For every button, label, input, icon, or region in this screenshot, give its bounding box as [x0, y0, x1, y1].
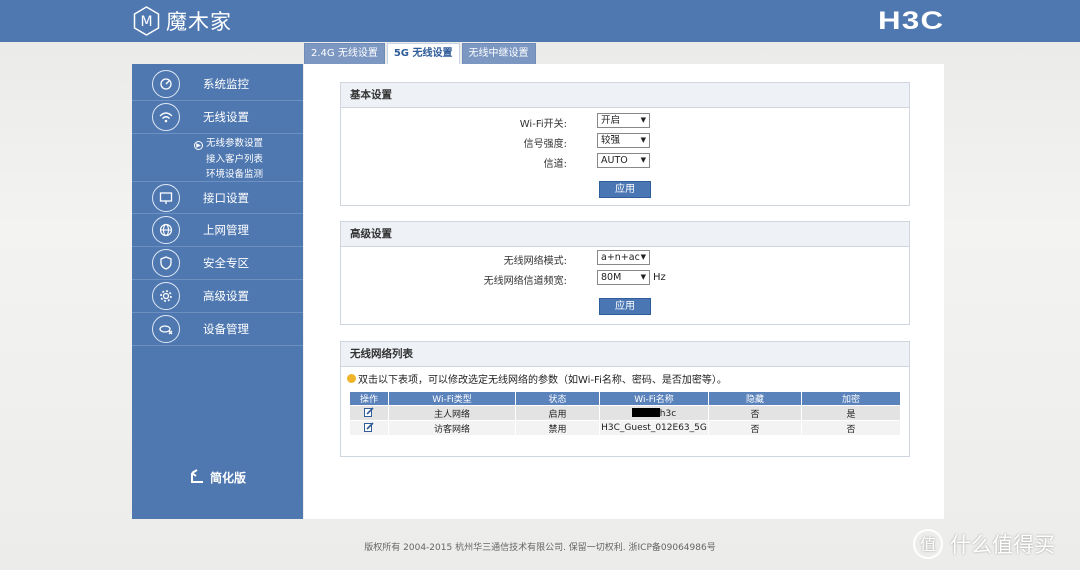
channel-label: 信道: — [543, 159, 567, 170]
app-logo-text: 魔木家 — [166, 10, 232, 34]
advanced-settings-panel: 高级设置 无线网络模式: a+n+ac ▼ 无线网络信道频宽: 80M ▼ Hz 应… — [340, 221, 910, 325]
main-content: 基本设置 Wi-Fi开关: 开启 ▼ 信号强度: 较强 ▼ 信道: AUTO ▼ 应用… — [304, 64, 944, 519]
device-icon — [152, 315, 180, 343]
channel-select[interactable]: AUTO ▼ — [597, 153, 650, 168]
table-row[interactable]: 主人网络 启用 h3c 否 是 — [349, 405, 901, 421]
dropdown-arrow-icon: ▼ — [640, 253, 646, 261]
tab-5g-wireless[interactable]: 5G 无线设置 — [386, 43, 460, 64]
wifi-list-panel: 无线网络列表 双击以下表项，可以修改选定无线网络的参数（如Wi-Fi名称、密码、… — [340, 341, 910, 457]
info-dot-icon — [347, 374, 356, 383]
app-logo: M 魔木家 — [133, 6, 232, 36]
wireless-mode-label: 无线网络模式: — [503, 256, 567, 267]
sidebar: 系统监控 无线设置 ▶ 无线参数设置 接入客户列表 环境设备监测 接口设置 上网管… — [132, 64, 303, 519]
wifi-type-cell: 访客网络 — [388, 420, 516, 436]
column-header: 加密 — [801, 391, 901, 406]
svg-text:值: 值 — [920, 535, 936, 554]
column-header: Wi-Fi名称 — [599, 391, 709, 406]
wireless-mode-row: 无线网络模式: a+n+ac ▼ — [341, 250, 911, 267]
dropdown-arrow-icon: ▼ — [640, 273, 646, 281]
wifi-name-cell: h3c — [599, 405, 709, 421]
tab-2g-wireless[interactable]: 2.4G 无线设置 — [304, 43, 385, 64]
panel-title: 高级设置 — [341, 222, 909, 247]
monitor-icon — [152, 183, 180, 212]
column-header: 隐藏 — [708, 391, 802, 406]
edit-icon[interactable] — [364, 406, 374, 417]
column-header: 状态 — [515, 391, 600, 406]
sidebar-item-label: 设备管理 — [203, 322, 249, 336]
redacted-mask — [631, 407, 660, 417]
channel-row: 信道: AUTO ▼ — [341, 153, 911, 170]
panel-title: 基本设置 — [341, 83, 909, 108]
signal-strength-row: 信号强度: 较强 ▼ — [341, 133, 911, 150]
watermark: 值 什么值得买 — [912, 528, 1055, 560]
sidebar-subitem-env-monitor[interactable]: 环境设备监测 — [206, 166, 263, 180]
signal-strength-select[interactable]: 较强 ▼ — [597, 133, 650, 148]
wifi-list-table: 操作 Wi-Fi类型 状态 Wi-Fi名称 隐藏 加密 主人网络 启用 h3c … — [349, 391, 901, 436]
bandwidth-select[interactable]: 80M ▼ — [597, 270, 650, 285]
sidebar-item-label: 高级设置 — [203, 289, 249, 303]
tab-wireless-repeater[interactable]: 无线中继设置 — [461, 43, 536, 64]
return-arrow-icon — [191, 469, 203, 483]
sidebar-item-security[interactable]: 安全专区 — [132, 247, 303, 280]
wifi-list-hint: 双击以下表项，可以修改选定无线网络的参数（如Wi-Fi名称、密码、是否加密等）。 — [347, 371, 727, 386]
bandwidth-label: 无线网络信道频宽: — [483, 276, 567, 287]
bandwidth-row: 无线网络信道频宽: 80M ▼ Hz — [341, 270, 911, 287]
globe-icon — [152, 216, 180, 244]
top-bar: M 魔木家 H3C — [0, 0, 1080, 42]
sidebar-item-device-management[interactable]: 设备管理 — [132, 313, 303, 346]
wifi-status-cell: 启用 — [515, 405, 600, 421]
sidebar-item-internet[interactable]: 上网管理 — [132, 214, 303, 247]
advanced-apply-button[interactable]: 应用 — [599, 298, 651, 315]
wifi-hidden-cell: 否 — [708, 405, 802, 421]
logo-hexagon-icon: M — [133, 6, 160, 36]
basic-settings-panel: 基本设置 Wi-Fi开关: 开启 ▼ 信号强度: 较强 ▼ 信道: AUTO ▼ 应用 — [340, 82, 910, 206]
smzdm-logo-icon: 值 — [913, 529, 943, 559]
gear-icon — [152, 282, 180, 310]
wifi-switch-row: Wi-Fi开关: 开启 ▼ — [341, 113, 911, 130]
table-header-row: 操作 Wi-Fi类型 状态 Wi-Fi名称 隐藏 加密 — [349, 391, 901, 406]
settings-tabs: 2.4G 无线设置 5G 无线设置 无线中继设置 — [304, 43, 538, 64]
wifi-status-cell: 禁用 — [515, 420, 600, 436]
sidebar-item-label: 上网管理 — [203, 223, 249, 237]
dashboard-icon — [152, 70, 180, 98]
wifi-switch-label: Wi-Fi开关: — [519, 119, 567, 130]
wifi-type-cell: 主人网络 — [388, 405, 516, 421]
edit-cell — [349, 420, 389, 436]
sidebar-item-interface[interactable]: 接口设置 — [132, 181, 303, 214]
dropdown-arrow-icon: ▼ — [640, 136, 646, 144]
sidebar-item-system-monitor[interactable]: 系统监控 — [132, 68, 303, 101]
wireless-mode-select[interactable]: a+n+ac ▼ — [597, 250, 650, 265]
sidebar-item-label: 接口设置 — [203, 190, 249, 205]
dropdown-arrow-icon: ▼ — [640, 116, 646, 124]
wifi-name-cell: H3C_Guest_012E63_5G — [599, 420, 709, 436]
column-header: 操作 — [349, 391, 389, 406]
table-row[interactable]: 访客网络 禁用 H3C_Guest_012E63_5G 否 否 — [349, 420, 901, 436]
dropdown-arrow-icon: ▼ — [640, 156, 646, 164]
basic-apply-button[interactable]: 应用 — [599, 181, 651, 198]
brand-logo: H3C — [878, 7, 945, 35]
wifi-encrypted-cell: 否 — [801, 420, 901, 436]
shield-icon — [152, 249, 180, 277]
column-header: Wi-Fi类型 — [388, 391, 516, 406]
wifi-encrypted-cell: 是 — [801, 405, 901, 421]
bandwidth-unit: Hz — [653, 272, 666, 283]
wifi-icon — [152, 103, 180, 131]
wifi-switch-select[interactable]: 开启 ▼ — [597, 113, 650, 128]
sidebar-item-label: 安全专区 — [203, 256, 249, 270]
sidebar-item-advanced[interactable]: 高级设置 — [132, 280, 303, 313]
wifi-hidden-cell: 否 — [708, 420, 802, 436]
sidebar-item-wireless[interactable]: 无线设置 — [132, 101, 303, 134]
sidebar-subitem-client-list[interactable]: 接入客户列表 — [206, 151, 263, 165]
simple-mode-link[interactable]: 简化版 — [188, 468, 246, 486]
svg-text:M: M — [140, 14, 152, 30]
signal-strength-label: 信号强度: — [523, 139, 567, 150]
panel-title: 无线网络列表 — [341, 342, 909, 367]
sidebar-item-label: 无线设置 — [203, 110, 249, 124]
sidebar-item-label: 系统监控 — [203, 77, 249, 91]
sidebar-subitem-wireless-params[interactable]: ▶ 无线参数设置 — [194, 135, 263, 150]
edit-cell — [349, 405, 389, 421]
edit-icon[interactable] — [364, 421, 374, 432]
play-bullet-icon: ▶ — [194, 141, 203, 150]
